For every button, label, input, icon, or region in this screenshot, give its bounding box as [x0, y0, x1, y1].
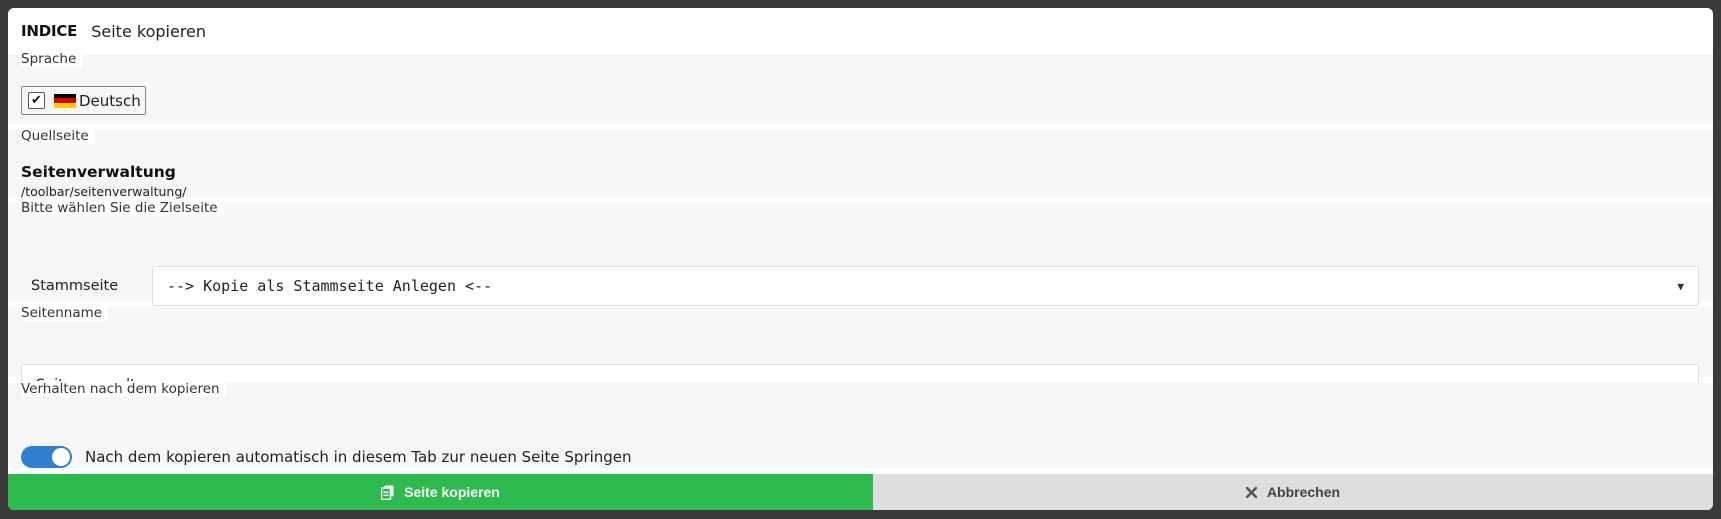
auto-jump-toggle[interactable]: [21, 446, 72, 468]
modal-footer: Seite kopieren Abbrechen: [8, 474, 1713, 510]
modal-header: INDICE Seite kopieren: [8, 8, 1713, 54]
language-option-deutsch[interactable]: ✔ Deutsch: [21, 86, 146, 115]
parent-page-selected-value: --> Kopie als Stammseite Anlegen <--: [167, 277, 493, 295]
copy-page-button[interactable]: Seite kopieren: [8, 474, 873, 510]
modal-title: Seite kopieren: [91, 21, 207, 41]
source-page-path: /toolbar/seitenverwaltung/: [21, 184, 187, 199]
cancel-button-label: Abbrechen: [1266, 484, 1341, 500]
language-label: Sprache: [21, 51, 83, 67]
page-name-label: Seitenname: [21, 305, 109, 321]
chevron-down-icon: ▼: [1677, 280, 1684, 293]
cancel-button[interactable]: Abbrechen: [873, 474, 1713, 510]
language-section: [8, 54, 1713, 124]
toggle-knob: [52, 448, 70, 466]
copy-page-modal: INDICE Seite kopieren Sprache ✔ Deutsch …: [8, 8, 1713, 510]
checkmark-icon: ✔: [31, 93, 42, 108]
behavior-label: Verhalten nach dem kopieren: [21, 381, 226, 397]
source-page-title: Seitenverwaltung: [21, 163, 176, 181]
close-icon: [1245, 486, 1257, 498]
parent-page-label: Stammseite: [31, 278, 119, 294]
target-label: Bitte wählen Sie die Zielseite: [21, 200, 224, 216]
brand-logo: INDICE: [21, 22, 78, 40]
copy-page-button-label: Seite kopieren: [404, 484, 500, 500]
source-section: [8, 130, 1713, 197]
copy-icon: [381, 485, 394, 500]
auto-jump-label: Nach dem kopieren automatisch in diesem …: [85, 448, 632, 466]
language-option-label: Deutsch: [79, 91, 141, 110]
flag-de-icon: [54, 93, 76, 108]
language-checkbox[interactable]: ✔: [28, 92, 45, 109]
parent-page-select[interactable]: --> Kopie als Stammseite Anlegen <-- ▼: [152, 266, 1699, 306]
source-label: Quellseite: [21, 128, 95, 144]
